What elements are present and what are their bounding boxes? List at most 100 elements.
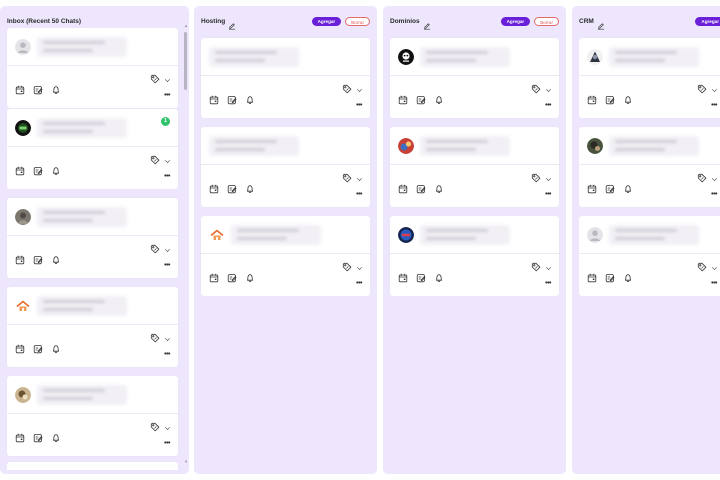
more-options-icon[interactable]: ••• xyxy=(711,191,717,198)
chevron-down-icon[interactable] xyxy=(356,259,363,277)
chat-card[interactable]: ••• xyxy=(579,127,720,207)
tag-icon[interactable] xyxy=(697,170,707,188)
edit-note-icon[interactable] xyxy=(416,270,426,288)
edit-note-icon[interactable] xyxy=(33,163,43,181)
chevron-down-icon[interactable] xyxy=(164,330,171,348)
bell-icon[interactable] xyxy=(245,181,255,199)
tag-icon[interactable] xyxy=(697,259,707,277)
calendar-icon[interactable] xyxy=(587,181,597,199)
chat-card[interactable]: ••• xyxy=(390,216,559,296)
tag-icon[interactable] xyxy=(150,241,160,259)
more-options-icon[interactable]: ••• xyxy=(164,351,170,358)
scroll-down-arrow[interactable]: ▼ xyxy=(184,459,188,464)
bell-icon[interactable] xyxy=(245,92,255,110)
calendar-icon[interactable] xyxy=(15,252,25,270)
edit-note-icon[interactable] xyxy=(605,92,615,110)
bell-icon[interactable] xyxy=(434,270,444,288)
add-button[interactable]: Agregar xyxy=(500,16,531,26)
bell-icon[interactable] xyxy=(51,252,61,270)
calendar-icon[interactable] xyxy=(15,341,25,359)
chat-card[interactable]: ••• xyxy=(7,28,178,108)
chevron-down-icon[interactable] xyxy=(545,170,552,188)
calendar-icon[interactable] xyxy=(15,82,25,100)
bell-icon[interactable] xyxy=(623,92,633,110)
tag-icon[interactable] xyxy=(150,419,160,437)
more-options-icon[interactable]: ••• xyxy=(711,102,717,109)
tag-icon[interactable] xyxy=(150,71,160,89)
calendar-icon[interactable] xyxy=(587,270,597,288)
bell-icon[interactable] xyxy=(434,92,444,110)
calendar-icon[interactable] xyxy=(15,430,25,448)
chat-card[interactable]: ••• xyxy=(390,127,559,207)
tag-icon[interactable] xyxy=(531,81,541,99)
bell-icon[interactable] xyxy=(434,181,444,199)
pencil-icon[interactable] xyxy=(423,17,431,30)
bell-icon[interactable] xyxy=(623,181,633,199)
chevron-down-icon[interactable] xyxy=(356,81,363,99)
edit-note-icon[interactable] xyxy=(605,181,615,199)
bell-icon[interactable] xyxy=(623,270,633,288)
tag-icon[interactable] xyxy=(150,152,160,170)
delete-button[interactable]: Borrar xyxy=(345,16,370,26)
chevron-down-icon[interactable] xyxy=(545,81,552,99)
calendar-icon[interactable] xyxy=(15,163,25,181)
pencil-icon[interactable] xyxy=(597,17,605,30)
chat-card[interactable]: ••• xyxy=(579,38,720,118)
edit-note-icon[interactable] xyxy=(227,92,237,110)
edit-note-icon[interactable] xyxy=(33,82,43,100)
calendar-icon[interactable] xyxy=(209,92,219,110)
more-options-icon[interactable]: ••• xyxy=(711,280,717,287)
edit-note-icon[interactable] xyxy=(33,430,43,448)
chat-card[interactable]: ••• xyxy=(7,198,178,278)
bell-icon[interactable] xyxy=(51,341,61,359)
more-options-icon[interactable]: ••• xyxy=(164,92,170,99)
calendar-icon[interactable] xyxy=(587,92,597,110)
bell-icon[interactable] xyxy=(51,163,61,181)
chat-card[interactable]: ••• xyxy=(7,376,178,456)
chevron-down-icon[interactable] xyxy=(164,241,171,259)
chat-card[interactable]: ••• xyxy=(579,216,720,296)
tag-icon[interactable] xyxy=(342,170,352,188)
more-options-icon[interactable]: ••• xyxy=(545,280,551,287)
chevron-down-icon[interactable] xyxy=(711,259,718,277)
chat-card[interactable]: ••• xyxy=(201,216,370,296)
edit-note-icon[interactable] xyxy=(416,181,426,199)
tag-icon[interactable] xyxy=(150,330,160,348)
chevron-down-icon[interactable] xyxy=(164,152,171,170)
delete-button[interactable]: Borrar xyxy=(534,16,559,26)
more-options-icon[interactable]: ••• xyxy=(164,262,170,269)
calendar-icon[interactable] xyxy=(398,92,408,110)
tag-icon[interactable] xyxy=(342,81,352,99)
chevron-down-icon[interactable] xyxy=(711,170,718,188)
pencil-icon[interactable] xyxy=(228,17,236,30)
edit-note-icon[interactable] xyxy=(227,270,237,288)
chat-card[interactable]: ••• xyxy=(7,287,178,367)
chat-card[interactable]: ••• xyxy=(201,127,370,207)
tag-icon[interactable] xyxy=(531,259,541,277)
chevron-down-icon[interactable] xyxy=(711,81,718,99)
edit-note-icon[interactable] xyxy=(605,270,615,288)
edit-note-icon[interactable] xyxy=(416,92,426,110)
scroll-up-arrow[interactable]: ▲ xyxy=(184,23,188,28)
chat-card[interactable]: 1 ••• xyxy=(7,109,178,189)
tag-icon[interactable] xyxy=(697,81,707,99)
more-options-icon[interactable]: ••• xyxy=(545,102,551,109)
more-options-icon[interactable]: ••• xyxy=(356,191,362,198)
more-options-icon[interactable]: ••• xyxy=(545,191,551,198)
more-options-icon[interactable]: ••• xyxy=(356,280,362,287)
tag-icon[interactable] xyxy=(531,170,541,188)
calendar-icon[interactable] xyxy=(398,270,408,288)
more-options-icon[interactable]: ••• xyxy=(356,102,362,109)
edit-note-icon[interactable] xyxy=(227,181,237,199)
edit-note-icon[interactable] xyxy=(33,341,43,359)
chevron-down-icon[interactable] xyxy=(545,259,552,277)
chevron-down-icon[interactable] xyxy=(164,419,171,437)
bell-icon[interactable] xyxy=(51,82,61,100)
add-button[interactable]: Agregar xyxy=(695,16,720,26)
calendar-icon[interactable] xyxy=(209,270,219,288)
chevron-down-icon[interactable] xyxy=(164,71,171,89)
more-options-icon[interactable]: ••• xyxy=(164,440,170,447)
chat-card[interactable]: ••• xyxy=(201,38,370,118)
tag-icon[interactable] xyxy=(342,259,352,277)
calendar-icon[interactable] xyxy=(398,181,408,199)
